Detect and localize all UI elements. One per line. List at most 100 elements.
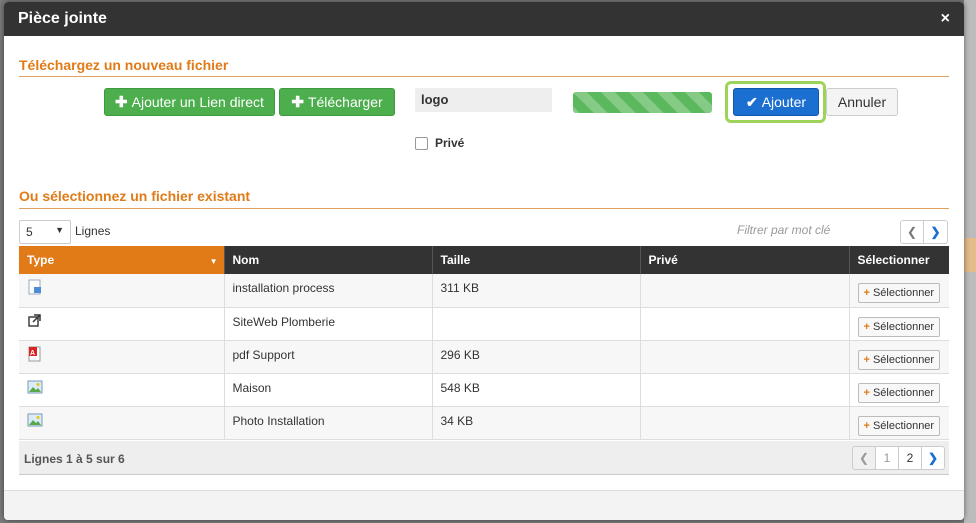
- select-button[interactable]: + Sélectionner: [857, 283, 941, 304]
- lines-per-page-select[interactable]: 5 ▼: [19, 220, 71, 244]
- select-cell: + Sélectionner: [849, 340, 949, 374]
- image-icon: [27, 413, 43, 426]
- size-cell: 311 KB: [432, 274, 641, 308]
- select-label: Sélectionner: [872, 353, 935, 366]
- private-label: Privé: [435, 136, 465, 150]
- table-row: A pdf Support 296 KB + Sélectionner: [19, 340, 949, 374]
- plus-icon: +: [863, 287, 870, 300]
- modal-header: Pièce jointe ×: [4, 2, 964, 36]
- plus-icon: +: [863, 353, 870, 366]
- select-cell: + Sélectionner: [849, 274, 949, 308]
- type-cell: [19, 406, 225, 440]
- private-cell: [640, 340, 850, 374]
- pdf-icon: A: [28, 346, 41, 361]
- table-footer: Lignes 1 à 5 sur 6 ❮ 1 2 ❯: [19, 441, 949, 475]
- upload-progress-fill: [573, 92, 712, 113]
- lines-label: Lignes: [75, 224, 111, 238]
- sort-down-icon: ▼: [209, 257, 218, 266]
- page-1-button[interactable]: 1: [875, 446, 899, 470]
- type-cell: A: [19, 340, 225, 374]
- size-cell: 548 KB: [432, 373, 641, 407]
- column-header-name[interactable]: Nom: [224, 246, 433, 274]
- select-button[interactable]: + Sélectionner: [857, 382, 941, 403]
- name-cell: SiteWeb Plomberie: [224, 307, 433, 341]
- name-cell: installation process: [224, 274, 433, 308]
- table-header-row: Type ▼ Nom Taille Privé Sélectionner: [19, 246, 949, 274]
- plus-icon: +: [863, 386, 870, 399]
- files-table: Type ▼ Nom Taille Privé Sélectionner ins…: [19, 246, 949, 440]
- upload-section-title: Téléchargez un nouveau fichier: [19, 57, 229, 73]
- type-cell: [19, 307, 225, 341]
- select-label: Sélectionner: [872, 386, 935, 399]
- size-cell: [432, 307, 641, 341]
- type-cell: [19, 274, 225, 308]
- add-button[interactable]: ✔ Ajouter: [733, 88, 819, 116]
- filter-input[interactable]: Filtrer par mot clé: [737, 223, 830, 237]
- upload-progress-bar: [573, 92, 712, 113]
- size-cell: 296 KB: [432, 340, 641, 374]
- attachment-modal: Pièce jointe × Téléchargez un nouveau fi…: [4, 2, 964, 520]
- name-cell: pdf Support: [224, 340, 433, 374]
- upload-button[interactable]: ✚ Télécharger: [279, 88, 395, 116]
- modal-title: Pièce jointe: [18, 10, 107, 27]
- add-button-focus-ring: ✔ Ajouter: [725, 81, 826, 123]
- plus-icon: ✚: [115, 94, 128, 111]
- column-header-type[interactable]: Type ▼: [19, 246, 225, 274]
- checkmark-icon: ✔: [745, 93, 758, 110]
- select-label: Sélectionner: [872, 419, 935, 432]
- type-cell: [19, 373, 225, 407]
- filename-field[interactable]: logo: [415, 88, 552, 112]
- external-link-icon: [28, 313, 41, 327]
- background-header-strip: [964, 238, 976, 272]
- close-icon[interactable]: ×: [941, 10, 950, 28]
- select-label: Sélectionner: [872, 320, 935, 333]
- plus-icon: +: [863, 320, 870, 333]
- image-icon: [27, 380, 43, 393]
- modal-footer: [4, 490, 964, 520]
- document-icon: [28, 279, 41, 295]
- name-cell: Maison: [224, 373, 433, 407]
- select-button[interactable]: + Sélectionner: [857, 415, 941, 436]
- table-row: Maison 548 KB + Sélectionner: [19, 373, 949, 407]
- private-cell: [640, 307, 850, 341]
- page-2-button[interactable]: 2: [898, 446, 922, 470]
- existing-section-title: Ou sélectionnez un fichier existant: [19, 188, 251, 204]
- add-label: Ajouter: [761, 94, 807, 110]
- column-type-label: Type: [27, 253, 55, 267]
- column-header-size[interactable]: Taille: [432, 246, 641, 274]
- chevron-right-icon[interactable]: ❯: [924, 220, 948, 244]
- lines-per-page-value: 5: [26, 225, 33, 239]
- select-cell: + Sélectionner: [849, 307, 949, 341]
- table-row: Photo Installation 34 KB + Sélectionner: [19, 406, 949, 440]
- private-cell: [640, 406, 850, 440]
- private-cell: [640, 274, 850, 308]
- plus-icon: ✚: [291, 94, 304, 111]
- column-header-select: Sélectionner: [849, 246, 949, 274]
- background-page: [964, 0, 976, 523]
- upload-label: Télécharger: [307, 94, 383, 110]
- select-cell: + Sélectionner: [849, 373, 949, 407]
- top-pager: ❮ ❯: [900, 220, 948, 244]
- table-row: SiteWeb Plomberie + Sélectionner: [19, 307, 949, 341]
- column-header-private[interactable]: Privé: [640, 246, 850, 274]
- size-cell: 34 KB: [432, 406, 641, 440]
- chevron-left-icon[interactable]: ❮: [852, 446, 876, 470]
- private-checkbox[interactable]: [415, 137, 428, 150]
- add-direct-link-button[interactable]: ✚ Ajouter un Lien direct: [104, 88, 275, 116]
- select-button[interactable]: + Sélectionner: [857, 316, 941, 337]
- name-cell: Photo Installation: [224, 406, 433, 440]
- add-direct-link-label: Ajouter un Lien direct: [131, 94, 264, 110]
- plus-icon: +: [863, 419, 870, 432]
- upload-section-divider: [19, 76, 949, 77]
- cancel-button[interactable]: Annuler: [826, 88, 898, 116]
- existing-section-divider: [19, 208, 949, 209]
- select-label: Sélectionner: [872, 287, 935, 300]
- chevron-right-icon[interactable]: ❯: [921, 446, 945, 470]
- private-cell: [640, 373, 850, 407]
- chevron-left-icon[interactable]: ❮: [900, 220, 924, 244]
- svg-text:A: A: [30, 350, 35, 357]
- select-cell: + Sélectionner: [849, 406, 949, 440]
- select-button[interactable]: + Sélectionner: [857, 349, 941, 370]
- table-row: installation process 311 KB + Sélectionne…: [19, 274, 949, 308]
- bottom-pager: ❮ 1 2 ❯: [852, 446, 945, 470]
